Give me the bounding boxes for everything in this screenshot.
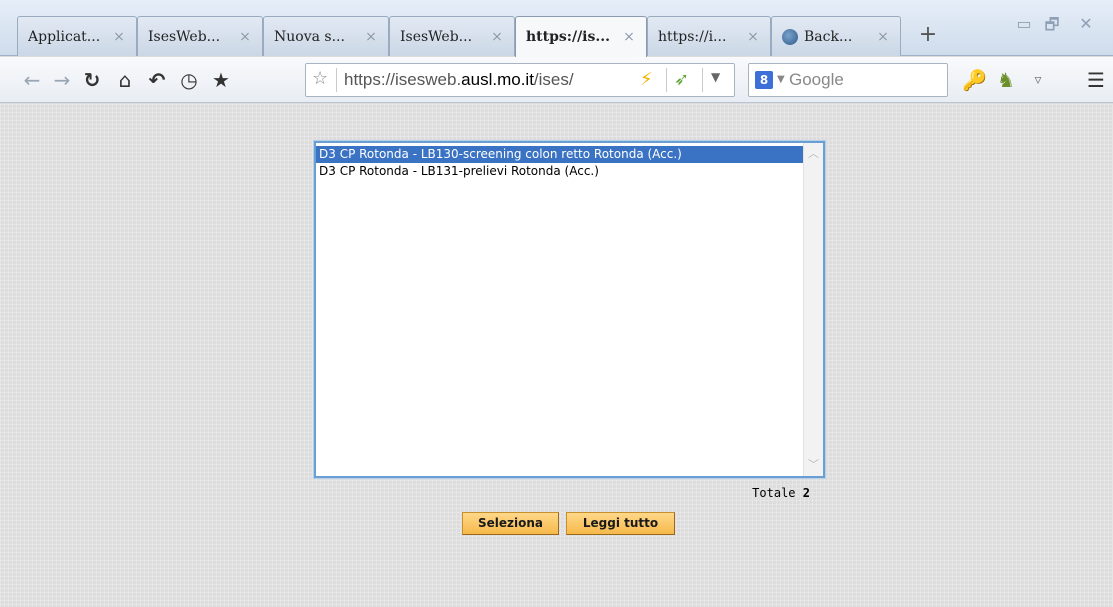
lightning-icon[interactable]: ⚡ bbox=[640, 69, 653, 90]
agenda-listbox[interactable]: D3 CP Rotonda - LB130-screening colon re… bbox=[314, 141, 825, 478]
tab-title: IsesWeb... bbox=[400, 28, 473, 45]
url-path: /ises/ bbox=[533, 70, 574, 89]
tab-title: Nuova s... bbox=[274, 28, 345, 45]
home-icon[interactable]: ⌂ bbox=[113, 67, 137, 93]
tab-5-active[interactable]: https://is... × bbox=[515, 16, 647, 57]
globe-icon bbox=[782, 28, 798, 45]
divider bbox=[702, 68, 703, 92]
total-label: Totale bbox=[752, 486, 796, 500]
divider bbox=[666, 68, 667, 92]
tab-title: Applicat... bbox=[28, 28, 101, 45]
url-scheme: https://isesweb. bbox=[344, 70, 462, 89]
total-value: 2 bbox=[802, 486, 810, 500]
url-text[interactable]: https://isesweb.ausl.mo.it/ises/ bbox=[344, 70, 636, 90]
tab-strip: Applicat... × IsesWeb... × Nuova s... × … bbox=[0, 0, 1113, 57]
page-content: D3 CP Rotonda - LB130-screening colon re… bbox=[0, 104, 1113, 607]
read-all-button[interactable]: Leggi tutto bbox=[566, 512, 675, 535]
divider bbox=[336, 68, 337, 92]
url-dropdown-icon[interactable]: ▼ bbox=[711, 70, 720, 84]
tab-title: https://i... bbox=[658, 28, 727, 45]
search-engine-dropdown-icon[interactable]: ▼ bbox=[777, 74, 785, 85]
scroll-down-icon[interactable]: ﹀ bbox=[804, 456, 823, 474]
history-icon[interactable]: ◷ bbox=[177, 67, 201, 93]
tab-1[interactable]: Applicat... × bbox=[17, 16, 137, 56]
extension-icon[interactable]: ♞ bbox=[994, 67, 1018, 93]
key-icon[interactable]: 🔑 bbox=[962, 67, 987, 93]
tab-6[interactable]: https://i... × bbox=[647, 16, 771, 56]
forward-icon[interactable]: → bbox=[50, 67, 74, 93]
search-placeholder: Google bbox=[789, 70, 844, 89]
tab-close-icon[interactable]: × bbox=[110, 29, 128, 45]
tab-close-icon[interactable]: × bbox=[362, 29, 380, 45]
url-bar[interactable]: ☆ https://isesweb.ausl.mo.it/ises/ ⚡ ➶ ▼ bbox=[305, 63, 735, 97]
menu-arrow-icon[interactable]: ▿ bbox=[1026, 67, 1050, 93]
select-button[interactable]: Seleziona bbox=[462, 512, 559, 535]
tab-title: Back... bbox=[804, 28, 853, 45]
list-item[interactable]: D3 CP Rotonda - LB131-prelievi Rotonda (… bbox=[316, 163, 803, 180]
tab-2[interactable]: IsesWeb... × bbox=[137, 16, 263, 56]
tab-4[interactable]: IsesWeb... × bbox=[389, 16, 515, 56]
reload-icon[interactable]: ↻ bbox=[80, 67, 104, 93]
tab-close-icon[interactable]: × bbox=[620, 29, 638, 45]
search-box[interactable]: 8 ▼ Google bbox=[748, 63, 948, 97]
new-tab-button[interactable]: + bbox=[918, 22, 938, 47]
search-engine-icon[interactable]: 8 bbox=[755, 71, 773, 89]
listbox-scrollbar[interactable]: ︿ ﹀ bbox=[803, 143, 823, 476]
url-host: ausl.mo.it bbox=[461, 70, 534, 89]
list-item-selected[interactable]: D3 CP Rotonda - LB130-screening colon re… bbox=[316, 146, 803, 163]
menu-icon[interactable]: ☰ bbox=[1084, 67, 1108, 93]
tab-title: https://is... bbox=[526, 29, 610, 45]
undo-icon[interactable]: ↶ bbox=[145, 67, 169, 93]
total-count: Totale 2 bbox=[700, 486, 810, 500]
tab-close-icon[interactable]: × bbox=[236, 29, 254, 45]
tab-close-icon[interactable]: × bbox=[874, 29, 892, 45]
tab-7[interactable]: Back... × bbox=[771, 16, 901, 56]
navigation-toolbar: ← → ↻ ⌂ ↶ ◷ ★ ☆ https://isesweb.ausl.mo.… bbox=[0, 57, 1113, 103]
star-outline-icon[interactable]: ☆ bbox=[312, 68, 328, 89]
tab-3[interactable]: Nuova s... × bbox=[263, 16, 389, 56]
listbox-items: D3 CP Rotonda - LB130-screening colon re… bbox=[316, 143, 803, 476]
restore-icon[interactable]: 🗗 bbox=[1040, 14, 1064, 41]
tab-close-icon[interactable]: × bbox=[488, 29, 506, 45]
back-icon[interactable]: ← bbox=[20, 67, 44, 93]
close-window-icon[interactable]: ✕ bbox=[1074, 14, 1098, 33]
scroll-up-icon[interactable]: ︿ bbox=[804, 145, 823, 163]
arrow-extension-icon[interactable]: ➶ bbox=[674, 69, 689, 90]
tab-close-icon[interactable]: × bbox=[744, 29, 762, 45]
tab-title: IsesWeb... bbox=[148, 28, 221, 45]
minimize-icon[interactable]: ▭ bbox=[1012, 14, 1036, 33]
bookmark-star-icon[interactable]: ★ bbox=[209, 67, 233, 93]
